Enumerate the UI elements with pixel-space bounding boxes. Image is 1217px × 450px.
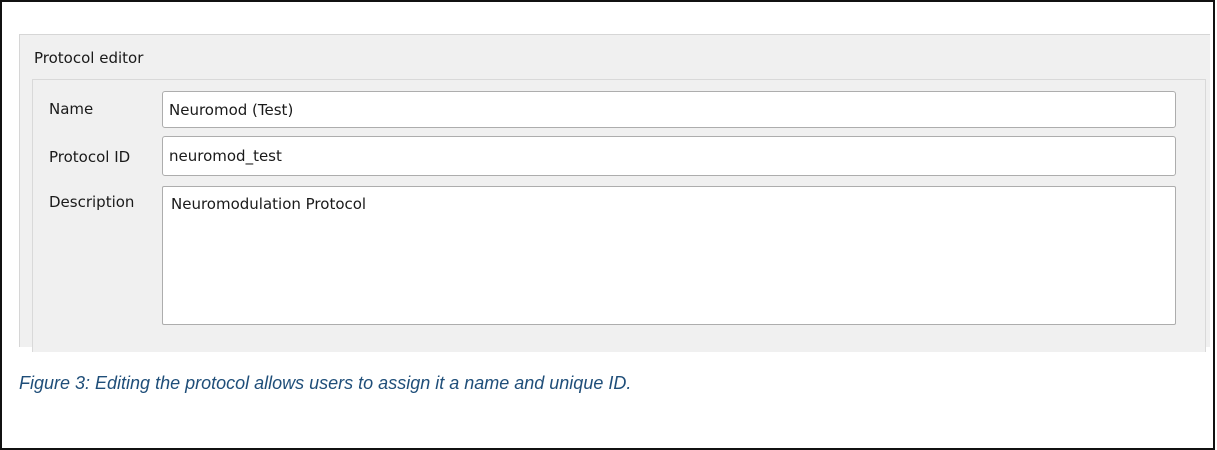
name-field[interactable]: Neuromod (Test) [162, 91, 1176, 128]
name-label: Name [49, 100, 94, 118]
protocol-id-label: Protocol ID [49, 148, 131, 166]
protocol-editor-panel: Protocol editor Name Neuromod (Test) Pro… [19, 34, 1210, 352]
figure-caption: Figure 3: Editing the protocol allows us… [19, 373, 632, 393]
description-field[interactable]: Neuromodulation Protocol [162, 186, 1176, 325]
protocol-editor-groupbox: Name Neuromod (Test) Protocol ID neuromo… [32, 79, 1206, 352]
panel-title: Protocol editor [34, 49, 144, 67]
protocol-id-field[interactable]: neuromod_test [162, 136, 1176, 176]
description-label: Description [49, 193, 135, 211]
